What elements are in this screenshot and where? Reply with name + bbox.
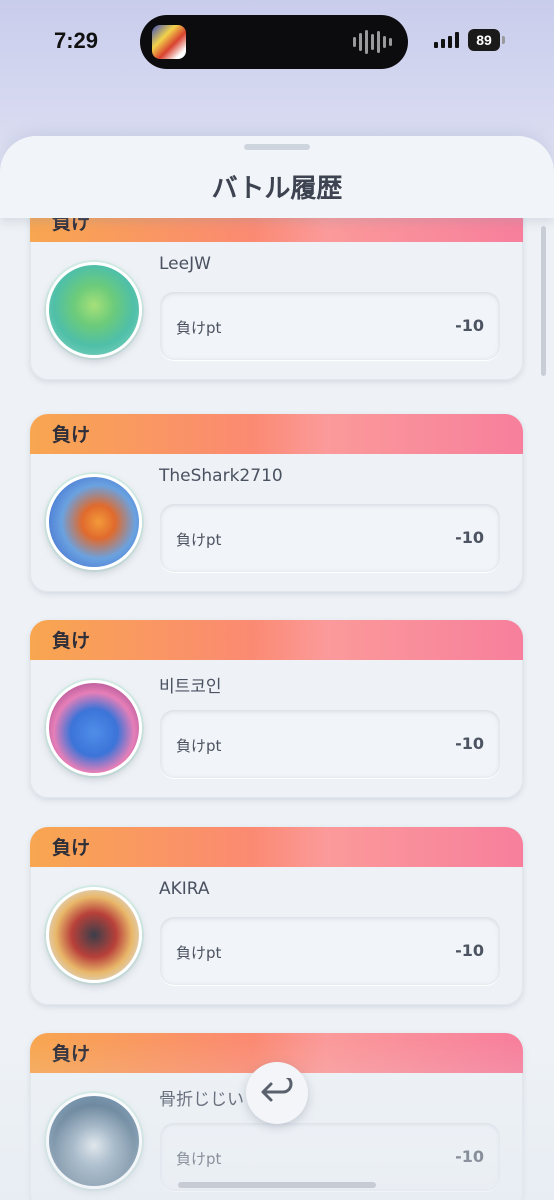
page-title: バトル履歴 bbox=[211, 174, 343, 204]
status-time: 7:29 bbox=[54, 28, 99, 53]
cellular-signal-icon bbox=[434, 32, 459, 48]
points-label: 負けpt bbox=[176, 1150, 222, 1168]
opponent-avatar bbox=[46, 680, 142, 776]
points-box: 負けpt -10 bbox=[160, 292, 500, 360]
dynamic-island[interactable] bbox=[140, 15, 408, 69]
opponent-name: 骨折じじい bbox=[159, 1090, 244, 1110]
result-banner: 負け bbox=[30, 218, 523, 242]
result-banner: 負け bbox=[30, 414, 523, 454]
result-label: 負け bbox=[52, 630, 91, 652]
points-value: -10 bbox=[455, 734, 484, 753]
opponent-name: AKIRA bbox=[159, 879, 210, 899]
home-indicator[interactable] bbox=[178, 1182, 376, 1188]
opponent-avatar bbox=[46, 474, 142, 570]
points-value: -10 bbox=[455, 941, 484, 960]
battery-icon: 89 bbox=[468, 29, 505, 51]
points-box: 負けpt -10 bbox=[160, 710, 500, 778]
sheet-grabber[interactable] bbox=[244, 144, 310, 150]
battle-card[interactable]: 負け 비트코인 負けpt -10 bbox=[30, 620, 523, 798]
battle-card[interactable]: 負け LeeJW 負けpt -10 bbox=[30, 218, 523, 380]
now-playing-artwork bbox=[152, 25, 186, 59]
battle-card[interactable]: 負け AKIRA 負けpt -10 bbox=[30, 827, 523, 1005]
points-box: 負けpt -10 bbox=[160, 1123, 500, 1191]
points-value: -10 bbox=[455, 316, 484, 335]
opponent-name: 비트코인 bbox=[159, 677, 222, 697]
opponent-avatar bbox=[46, 262, 142, 358]
battle-history-sheet: バトル履歴 負け LeeJW 負けpt -10 負け TheShark2710 … bbox=[0, 136, 554, 1200]
result-banner: 負け bbox=[30, 620, 523, 660]
battle-card[interactable]: 負け TheShark2710 負けpt -10 bbox=[30, 414, 523, 592]
opponent-name: TheShark2710 bbox=[159, 466, 283, 486]
opponent-name: LeeJW bbox=[159, 254, 211, 274]
opponent-avatar bbox=[46, 1093, 142, 1189]
back-button[interactable] bbox=[246, 1062, 308, 1124]
points-label: 負けpt bbox=[176, 944, 222, 962]
points-value: -10 bbox=[455, 528, 484, 547]
scrollbar[interactable] bbox=[541, 226, 546, 376]
opponent-avatar bbox=[46, 887, 142, 983]
audio-waveform-icon bbox=[353, 29, 392, 55]
points-label: 負けpt bbox=[176, 531, 222, 549]
battle-list[interactable]: 負け LeeJW 負けpt -10 負け TheShark2710 負けpt -… bbox=[0, 218, 554, 1200]
points-label: 負けpt bbox=[176, 319, 222, 337]
result-banner: 負け bbox=[30, 827, 523, 867]
points-box: 負けpt -10 bbox=[160, 917, 500, 985]
result-label: 負け bbox=[52, 1043, 91, 1065]
result-label: 負け bbox=[52, 837, 91, 859]
result-label: 負け bbox=[52, 424, 91, 446]
points-value: -10 bbox=[455, 1147, 484, 1166]
points-label: 負けpt bbox=[176, 737, 222, 755]
points-box: 負けpt -10 bbox=[160, 504, 500, 572]
return-arrow-icon bbox=[261, 1078, 293, 1102]
status-bar: 7:29 89 bbox=[0, 0, 554, 84]
sheet-header: バトル履歴 bbox=[0, 136, 554, 218]
result-label: 負け bbox=[52, 218, 91, 234]
